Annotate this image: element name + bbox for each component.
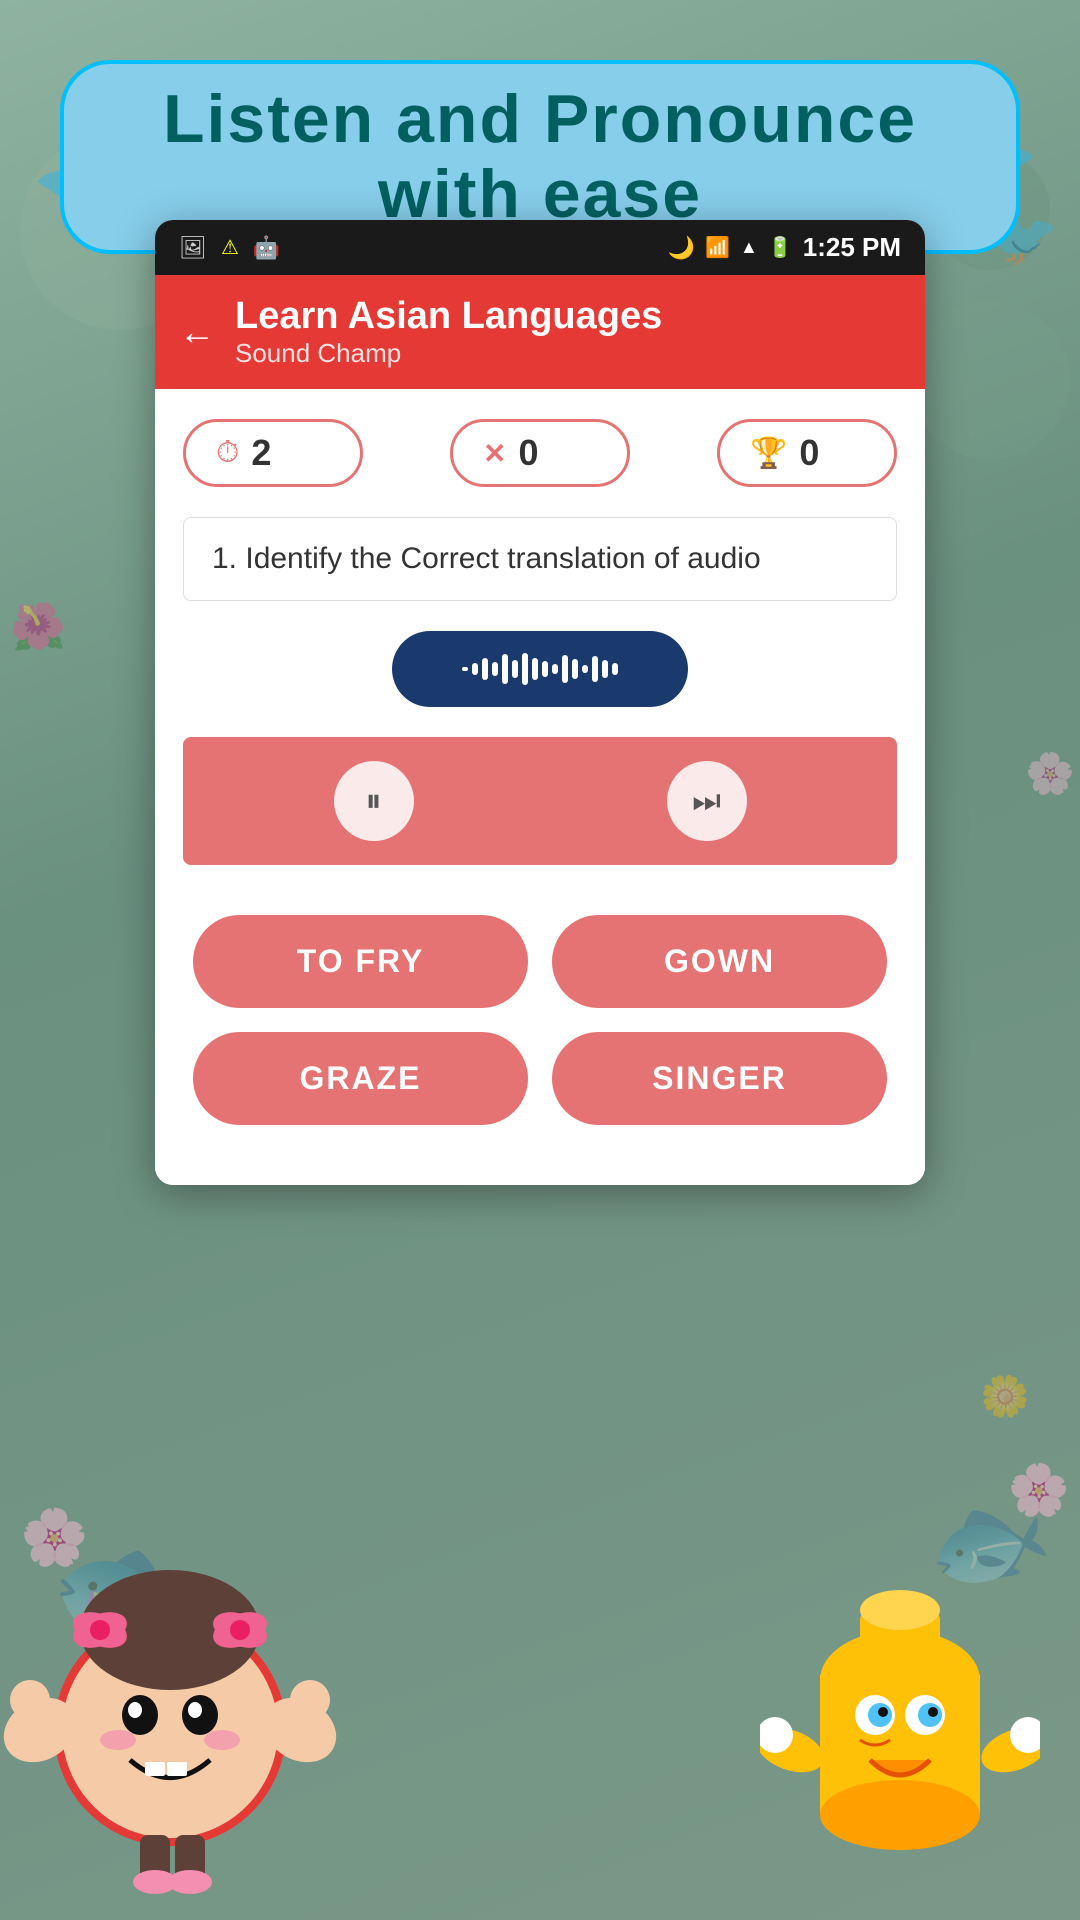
character-left <box>0 1500 340 1900</box>
status-bar: 🖼 ⚠ 🤖 🌙 📶 ▲ 🔋 1:25 PM <box>155 220 925 275</box>
flower-5: 🌺 <box>10 600 66 653</box>
trophy-badge: 🏆 0 <box>717 419 897 487</box>
image-status-icon: 🖼 <box>179 235 207 261</box>
app-title-block: Learn Asian Languages Sound Champ <box>235 295 662 369</box>
question-text: 1. Identify the Correct translation of a… <box>212 542 761 575</box>
back-button[interactable]: ← <box>179 311 215 353</box>
app-title: Learn Asian Languages <box>235 295 662 338</box>
wave-bar <box>602 660 608 678</box>
wave-bar <box>532 658 538 680</box>
pause-button[interactable]: ⏸ <box>334 761 414 841</box>
deco-circle-2 <box>910 300 1070 460</box>
answer-button-0[interactable]: TO FRY <box>193 915 528 1008</box>
moon-icon: 🌙 <box>668 235 695 261</box>
status-icons-left: 🖼 ⚠ 🤖 <box>179 235 280 261</box>
wave-bar <box>572 659 578 679</box>
app-bar: ← Learn Asian Languages Sound Champ <box>155 275 925 389</box>
answer-button-2[interactable]: GRAZE <box>193 1032 528 1125</box>
timer-badge: ⏱ 2 <box>183 419 363 487</box>
pause-icon: ⏸ <box>365 782 381 820</box>
character-right <box>760 1520 1040 1900</box>
header-banner-text: Listen and Pronounce with ease <box>163 81 917 232</box>
wrong-icon: ✕ <box>483 437 506 470</box>
trophy-value: 0 <box>799 432 819 474</box>
wave-bar <box>582 665 588 673</box>
wave-bar <box>472 663 478 675</box>
wifi-icon: 📶 <box>705 235 730 260</box>
wave-bar <box>502 654 508 684</box>
alert-status-icon: ⚠ <box>221 235 239 260</box>
wrong-badge: ✕ 0 <box>450 419 630 487</box>
phone-container: 🖼 ⚠ 🤖 🌙 📶 ▲ 🔋 1:25 PM ← Learn Asian Lang… <box>155 220 925 1185</box>
flower-6: 🌸 <box>1025 750 1075 797</box>
content-area: ⏱ 2 ✕ 0 🏆 0 1. Identify the Correct tran… <box>155 389 925 1185</box>
answer-button-3[interactable]: SINGER <box>552 1032 887 1125</box>
wave-bar <box>482 658 488 680</box>
flower-4: 🌼 <box>980 1373 1030 1420</box>
timer-value: 2 <box>251 432 271 474</box>
trophy-icon: 🏆 <box>750 436 787 471</box>
audio-button-wrapper <box>183 631 897 707</box>
wave-bar <box>592 656 598 682</box>
app-subtitle: Sound Champ <box>235 338 662 369</box>
battery-icon: 🔋 <box>768 235 793 260</box>
clock-icon: ⏱ <box>216 436 239 470</box>
status-icons-right: 🌙 📶 ▲ 🔋 1:25 PM <box>668 232 901 263</box>
audio-play-button[interactable] <box>392 631 688 707</box>
skip-button[interactable]: ⏭ <box>667 761 747 841</box>
answer-button-1[interactable]: GOWN <box>552 915 887 1008</box>
wrong-value: 0 <box>518 432 538 474</box>
wave-bar <box>542 661 548 677</box>
score-row: ⏱ 2 ✕ 0 🏆 0 <box>183 419 897 487</box>
wave-bar <box>512 660 518 678</box>
question-box: 1. Identify the Correct translation of a… <box>183 517 897 601</box>
wave-bar <box>552 664 558 674</box>
wave-bar <box>562 655 568 683</box>
wave-bar <box>522 653 528 685</box>
answer-grid: TO FRY GOWN GRAZE SINGER <box>183 915 897 1155</box>
android-status-icon: 🤖 <box>253 235 280 261</box>
controls-row: ⏸ ⏭ <box>183 737 897 865</box>
status-time: 1:25 PM <box>803 232 901 263</box>
wave-bar <box>462 667 468 671</box>
wave-bar <box>492 662 498 676</box>
skip-icon: ⏭ <box>692 782 721 820</box>
waveform <box>462 653 618 685</box>
wave-bar <box>612 663 618 675</box>
signal-icon: ▲ <box>740 237 758 258</box>
